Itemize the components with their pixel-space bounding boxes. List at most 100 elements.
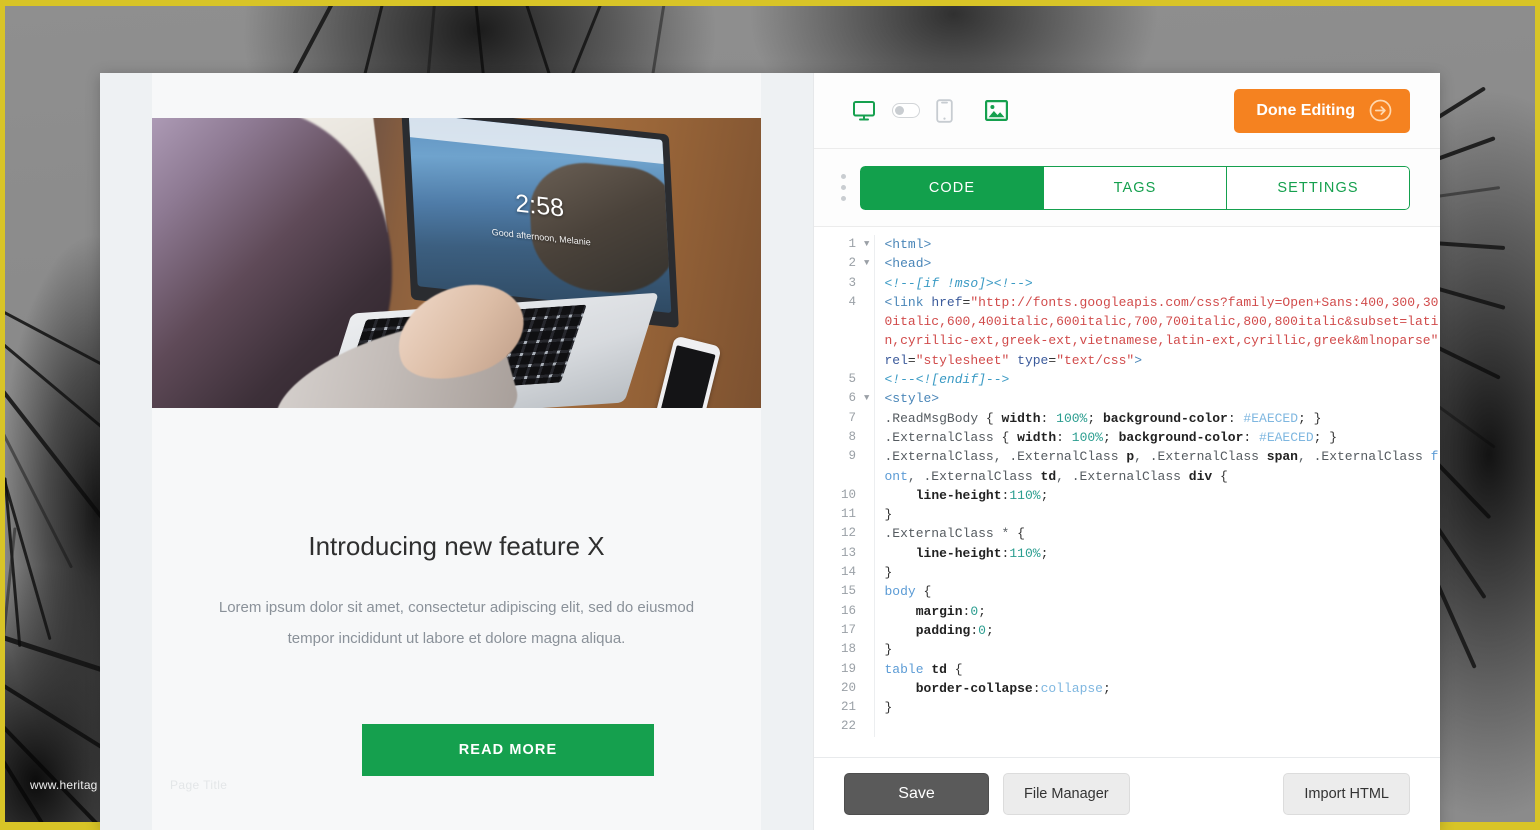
device-preview-controls <box>852 98 1008 123</box>
code-line[interactable]: 17 padding:0; <box>814 620 1440 641</box>
email-body-text[interactable]: Lorem ipsum dolor sit amet, consectetur … <box>214 593 699 655</box>
hero-image[interactable]: 2:58 Good afternoon, Melanie <box>152 118 761 408</box>
read-more-button[interactable]: READ MORE <box>362 724 654 776</box>
tab-settings[interactable]: SETTINGS <box>1227 165 1410 210</box>
code-fold-spacer <box>860 370 874 389</box>
code-line[interactable]: 21} <box>814 698 1440 718</box>
code-line-number: 10 <box>840 487 856 502</box>
code-line[interactable]: 10 line-height:110%; <box>814 485 1440 506</box>
code-line[interactable]: 13 line-height:110%; <box>814 543 1440 564</box>
code-line-content: } <box>873 698 1440 718</box>
import-html-button[interactable]: Import HTML <box>1283 773 1410 815</box>
tab-code[interactable]: CODE <box>860 165 1044 210</box>
code-line-content: .ReadMsgBody { width: 100%; background-c… <box>873 408 1440 428</box>
code-line-number: 2 <box>848 256 856 271</box>
watermark-text: www.heritag <box>30 778 98 792</box>
code-line[interactable]: 6 ▼ <style> <box>814 389 1440 409</box>
arrow-right-circle-icon <box>1369 99 1392 122</box>
code-fold-spacer <box>860 679 874 698</box>
code-line[interactable]: 3 <!--[if !mso]><!--> <box>814 273 1440 293</box>
device-toggle-switch[interactable] <box>892 103 920 118</box>
code-lines-table: 1 ▼ <html> 2 ▼ <head> 3 <!--[if !mso]><!--> 4 <li… <box>814 235 1440 737</box>
code-line-number: 18 <box>840 642 856 657</box>
code-fold-spacer <box>860 621 874 640</box>
code-line-number: 19 <box>840 661 856 676</box>
code-line-content: <html> <box>873 235 1440 255</box>
editor-tab-group: CODE TAGS SETTINGS <box>860 165 1410 210</box>
code-editor[interactable]: 1 ▼ <html> 2 ▼ <head> 3 <!--[if !mso]><!--> 4 <li… <box>814 227 1440 758</box>
code-line-number: 1 <box>848 237 856 251</box>
drag-handle-dots[interactable] <box>832 174 854 201</box>
code-line-content: <!--<![endif]--> <box>873 370 1440 390</box>
code-line-number: 11 <box>840 507 856 522</box>
code-fold-spacer <box>860 524 874 543</box>
code-line[interactable]: 4 <link href="http://fonts.googleapis.com… <box>814 292 1440 371</box>
code-line[interactable]: 15 body { <box>814 582 1440 602</box>
code-line-content: } <box>873 505 1440 525</box>
code-line-number: 5 <box>848 372 856 387</box>
code-line-number: 13 <box>840 545 856 560</box>
code-line-content: border-collapse:collapse; <box>873 678 1440 699</box>
code-line-number: 6 <box>848 391 856 406</box>
code-line-number: 7 <box>848 410 856 425</box>
email-ghost-label: Page Title <box>170 778 228 792</box>
app-window: 2:58 Good afternoon, Melanie Introducing… <box>100 73 1440 830</box>
code-line-content <box>873 717 1440 737</box>
email-canvas: 2:58 Good afternoon, Melanie Introducing… <box>152 73 761 830</box>
code-line[interactable]: 18} <box>814 640 1440 660</box>
hero-laptop-screen: 2:58 Good afternoon, Melanie <box>408 118 672 314</box>
code-line[interactable]: 9 .ExternalClass, .ExternalClass p, .Exte… <box>814 447 1440 486</box>
code-line-content: .ExternalClass * { <box>873 524 1440 544</box>
image-icon[interactable] <box>985 100 1008 121</box>
code-line-number: 12 <box>840 526 856 541</box>
code-fold-spacer <box>860 486 874 505</box>
done-editing-button[interactable]: Done Editing <box>1234 88 1410 133</box>
code-lines-body: 1 ▼ <html> 2 ▼ <head> 3 <!--[if !mso]><!--> 4 <li… <box>814 235 1440 737</box>
code-line-content: padding:0; <box>873 620 1440 641</box>
code-line-number: 17 <box>840 622 856 637</box>
code-line-content: <link href="http://fonts.googleapis.com/… <box>873 292 1440 371</box>
code-fold-arrow-icon[interactable]: ▼ <box>860 389 874 408</box>
code-fold-spacer <box>860 717 874 736</box>
code-line-content: } <box>873 563 1440 583</box>
code-line[interactable]: 14} <box>814 563 1440 583</box>
tab-tags[interactable]: TAGS <box>1044 165 1227 210</box>
code-line-content: <style> <box>873 389 1440 409</box>
code-line-content: } <box>873 640 1440 660</box>
code-line-number: 22 <box>840 719 856 734</box>
code-line-number: 4 <box>848 294 856 309</box>
code-line[interactable]: 7 .ReadMsgBody { width: 100%; background-… <box>814 408 1440 428</box>
file-manager-button[interactable]: File Manager <box>1003 773 1130 815</box>
code-fold-arrow-icon[interactable]: ▼ <box>860 254 874 273</box>
desktop-monitor-icon[interactable] <box>852 100 876 122</box>
editor-tabs-row: CODE TAGS SETTINGS <box>814 149 1440 227</box>
code-line-number: 21 <box>840 700 856 715</box>
code-line-number: 14 <box>840 565 856 580</box>
code-line[interactable]: 22 <box>814 717 1440 737</box>
code-fold-spacer <box>860 428 874 447</box>
code-line[interactable]: 12 .ExternalClass * { <box>814 524 1440 544</box>
code-line[interactable]: 19 table td { <box>814 659 1440 679</box>
code-fold-spacer <box>860 447 874 486</box>
code-line[interactable]: 8 .ExternalClass { width: 100%; backgroun… <box>814 427 1440 448</box>
code-line[interactable]: 20 border-collapse:collapse; <box>814 678 1440 699</box>
code-line-content: table td { <box>873 659 1440 679</box>
code-fold-arrow-icon[interactable]: ▼ <box>860 235 874 254</box>
code-line-number: 15 <box>840 584 856 599</box>
code-line-content: <!--[if !mso]><!--> <box>873 273 1440 293</box>
code-line[interactable]: 5 <!--<![endif]--> <box>814 370 1440 390</box>
code-fold-spacer <box>860 698 874 717</box>
code-line[interactable]: 2 ▼ <head> <box>814 254 1440 274</box>
email-headline[interactable]: Introducing new feature X <box>152 531 761 562</box>
code-fold-spacer <box>860 293 874 370</box>
code-line[interactable]: 11} <box>814 505 1440 525</box>
save-button[interactable]: Save <box>844 773 989 815</box>
code-fold-spacer <box>860 409 874 428</box>
code-line[interactable]: 16 margin:0; <box>814 601 1440 621</box>
editor-pane: Done Editing CODE TAGS SETTINGS 1 ▼ <htm… <box>813 73 1440 830</box>
editor-topbar: Done Editing <box>814 73 1440 149</box>
code-line[interactable]: 1 ▼ <html> <box>814 235 1440 255</box>
code-line-content: line-height:110%; <box>873 543 1440 564</box>
mobile-phone-icon[interactable] <box>936 98 953 123</box>
code-line-number: 3 <box>848 275 856 290</box>
